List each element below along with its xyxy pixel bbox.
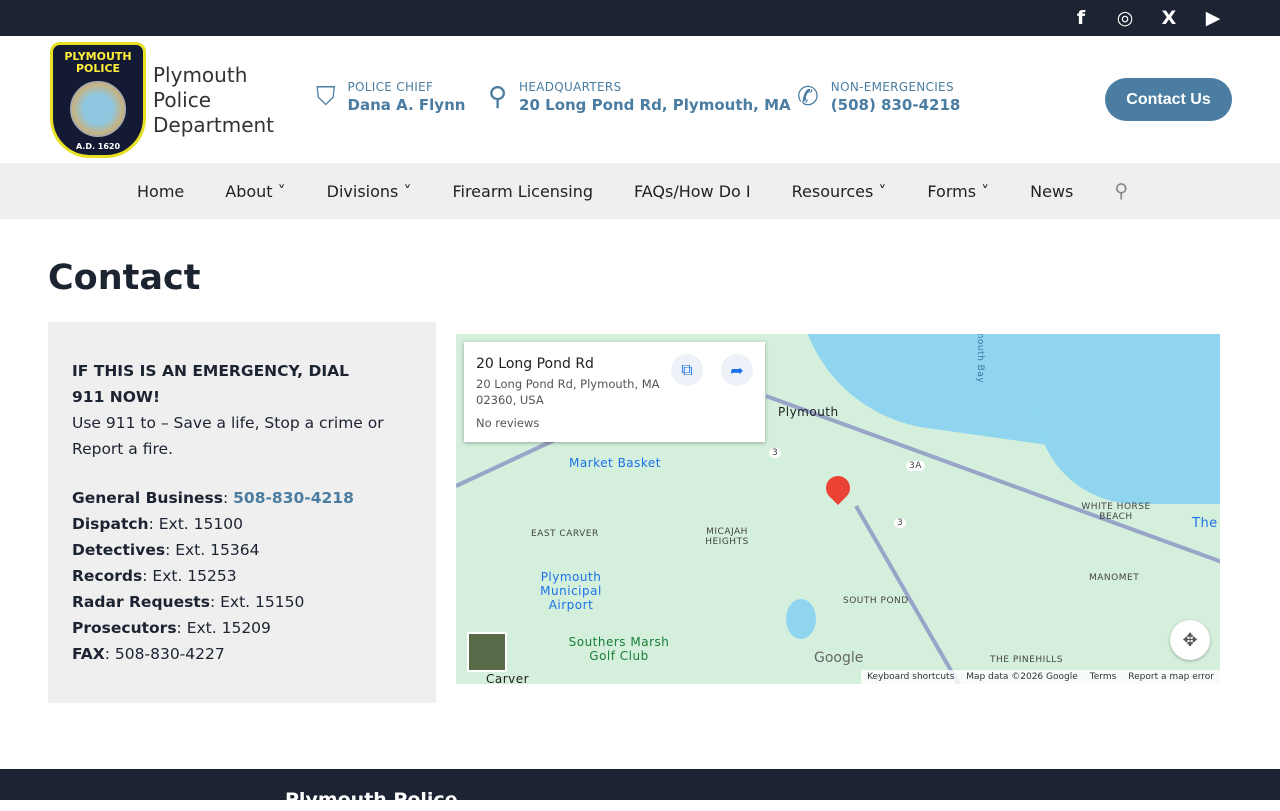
- route-shield: 3: [769, 448, 782, 458]
- route-shield: 3A: [906, 461, 925, 471]
- info-label: NON-EMERGENCIES: [830, 80, 954, 94]
- location-pin-icon[interactable]: [821, 471, 855, 505]
- top-bar: f ◎ X ▶: [0, 0, 1280, 36]
- map-label: Plymouth Municipal Airport: [540, 570, 602, 612]
- map-pin-icon: ⚲: [488, 82, 508, 112]
- police-chief-info: ⛉ POLICE CHIEF Dana A. Flynn: [316, 80, 465, 114]
- nav-firearm-licensing[interactable]: Firearm Licensing: [452, 182, 593, 201]
- police-badge-logo[interactable]: PLYMOUTH POLICE A.D. 1620: [50, 42, 146, 158]
- phone-icon: ✆: [797, 82, 819, 112]
- map-label: WHITE HORSE BEACH: [1081, 502, 1151, 522]
- general-business-phone-link[interactable]: 508-830-4218: [233, 489, 354, 507]
- dept-line: Police: [153, 88, 211, 112]
- non-emergency-info: ✆ NON-EMERGENCIES (508) 830-4218: [797, 80, 960, 114]
- map-label: MANOMET: [1089, 573, 1140, 583]
- footer: Plymouth Police: [0, 769, 1280, 811]
- google-logo: Google: [814, 650, 864, 666]
- directions-icon[interactable]: ➦: [721, 354, 753, 386]
- nav-resources[interactable]: Resources ˅: [792, 182, 887, 201]
- map-label: Market Basket: [569, 456, 662, 470]
- map-label: Carver: [486, 672, 530, 684]
- road: [854, 505, 978, 684]
- map-camera-control-icon[interactable]: ✥: [1170, 620, 1210, 660]
- contact-line: FAX: 508-830-4227: [72, 645, 225, 663]
- map-label: THE PINEHILLS: [990, 655, 1063, 665]
- info-label: POLICE CHIEF: [347, 80, 434, 94]
- report-error-link[interactable]: Report a map error: [1128, 672, 1214, 682]
- nav-faqs[interactable]: FAQs/How Do I: [634, 182, 751, 201]
- place-title: 20 Long Pond Rd: [476, 356, 594, 372]
- satellite-toggle[interactable]: [467, 632, 507, 672]
- keyboard-shortcuts-link[interactable]: Keyboard shortcuts: [867, 672, 954, 682]
- info-label: HEADQUARTERS: [519, 80, 622, 94]
- x-icon[interactable]: X: [1158, 7, 1180, 29]
- contact-panel: IF THIS IS AN EMERGENCY, DIAL 911 NOW! U…: [48, 322, 436, 703]
- map-label: MICAJAH HEIGHTS: [705, 527, 749, 547]
- dept-line: Department: [153, 113, 275, 137]
- contact-line: Records: Ext. 15253: [72, 567, 237, 585]
- map-label: Plymouth: [778, 405, 839, 419]
- logo-text: PLYMOUTH POLICE: [64, 50, 132, 75]
- search-icon[interactable]: ⚲: [1114, 180, 1128, 202]
- instagram-icon[interactable]: ◎: [1114, 7, 1136, 29]
- route-shield: 3: [894, 518, 907, 528]
- pond: [786, 599, 816, 639]
- logo-year: A.D. 1620: [75, 142, 121, 151]
- facebook-icon[interactable]: f: [1070, 7, 1092, 29]
- emergency-heading: IF THIS IS AN EMERGENCY, DIAL 911 NOW!: [72, 362, 349, 406]
- map-data-text: Map data ©2026 Google: [966, 672, 1078, 682]
- department-name[interactable]: Plymouth Police Department: [153, 63, 274, 138]
- seal-image: [70, 80, 126, 137]
- contact-line: Dispatch: Ext. 15100: [72, 515, 243, 533]
- footer-title: Plymouth Police: [285, 789, 458, 811]
- header: PLYMOUTH POLICE A.D. 1620 Plymouth Polic…: [0, 36, 1280, 163]
- main-nav: Home About ˅ Divisions ˅ Firearm Licensi…: [0, 163, 1280, 219]
- nav-home[interactable]: Home: [137, 182, 184, 201]
- page-title: Contact: [48, 258, 201, 298]
- terms-link[interactable]: Terms: [1090, 672, 1117, 682]
- nav-forms[interactable]: Forms ˅: [927, 182, 989, 201]
- info-value[interactable]: 20 Long Pond Rd, Plymouth, MA: [519, 96, 791, 114]
- map-label: SOUTH POND: [843, 596, 909, 606]
- map-label: Southers Marsh Golf Club: [568, 635, 670, 663]
- shield-icon: ⛉: [316, 81, 336, 112]
- info-value[interactable]: (508) 830-4218: [831, 96, 961, 114]
- map-label: EAST CARVER: [531, 529, 599, 539]
- contact-us-button[interactable]: Contact Us: [1105, 78, 1232, 121]
- contact-line: General Business: 508-830-4218: [72, 489, 354, 507]
- emergency-text: Use 911 to – Save a life, Stop a crime o…: [72, 414, 384, 458]
- map-label: Plymouth Bay: [975, 334, 986, 384]
- youtube-icon[interactable]: ▶: [1202, 7, 1224, 29]
- place-reviews[interactable]: No reviews: [476, 416, 753, 430]
- nav-about[interactable]: About ˅: [225, 182, 285, 201]
- google-map[interactable]: Plymouth Market Basket EAST CARVER MICAJ…: [456, 334, 1220, 684]
- map-attribution: Keyboard shortcuts Map data ©2026 Google…: [861, 670, 1220, 684]
- nav-divisions[interactable]: Divisions ˅: [327, 182, 412, 201]
- dept-line: Plymouth: [153, 63, 248, 87]
- map-label: The: [1192, 516, 1218, 531]
- bay-water: [1036, 394, 1220, 504]
- nav-news[interactable]: News: [1030, 182, 1073, 201]
- contact-line: Detectives: Ext. 15364: [72, 541, 260, 559]
- info-value: Dana A. Flynn: [347, 96, 466, 114]
- headquarters-info: ⚲ HEADQUARTERS 20 Long Pond Rd, Plymouth,…: [488, 80, 791, 114]
- contact-line: Prosecutors: Ext. 15209: [72, 619, 271, 637]
- contact-line: Radar Requests: Ext. 15150: [72, 593, 305, 611]
- place-address: 20 Long Pond Rd, Plymouth, MA 02360, USA: [476, 377, 660, 407]
- place-card: 20 Long Pond Rd 20 Long Pond Rd, Plymout…: [464, 342, 765, 442]
- open-in-maps-icon[interactable]: ⧉: [671, 354, 703, 386]
